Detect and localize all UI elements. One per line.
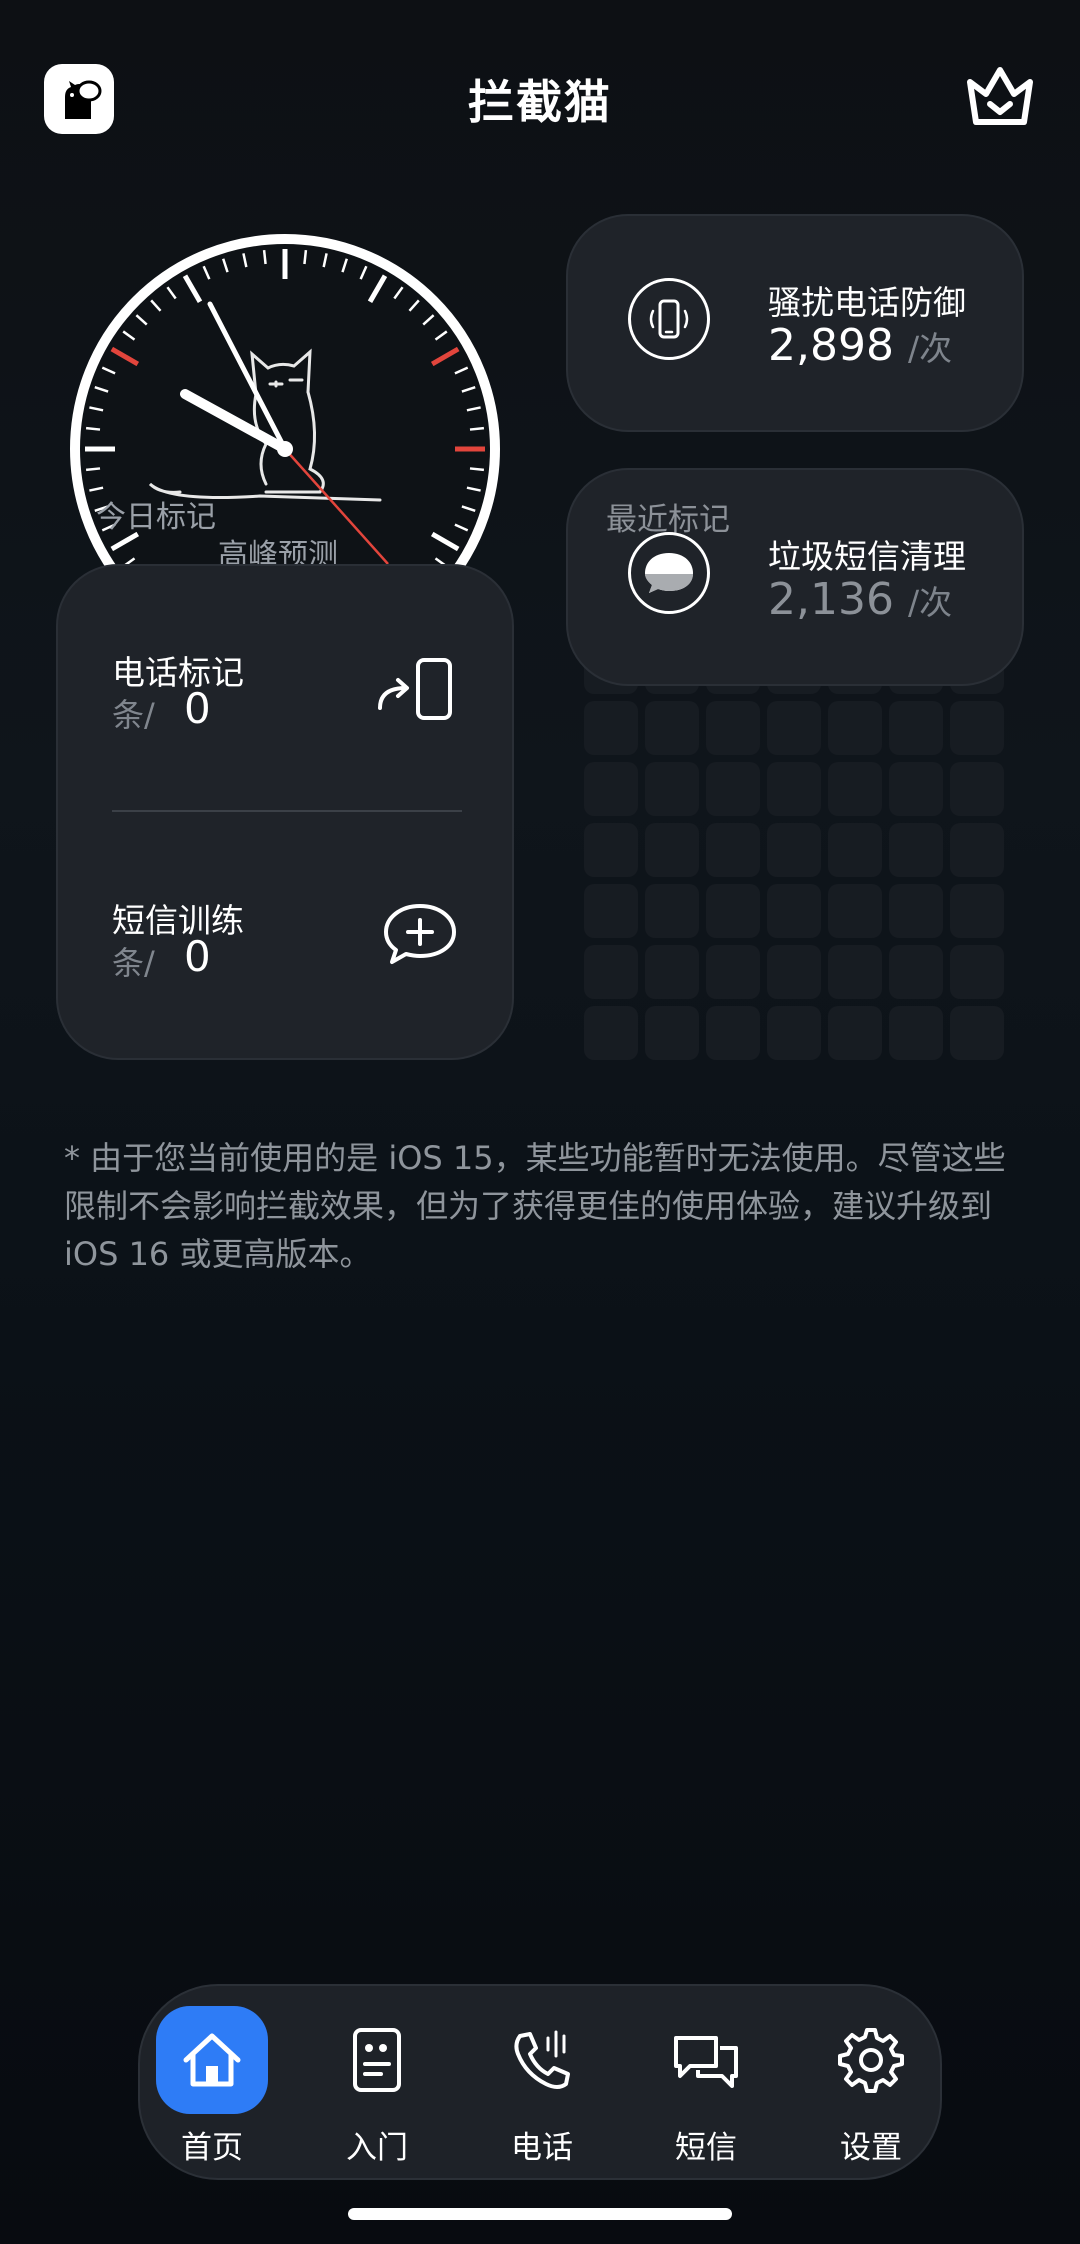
- bottom-tab-bar: 首页 入门 电话 短信 设置: [138, 1984, 942, 2180]
- grid-cell: [828, 1006, 882, 1060]
- home-icon: [183, 2033, 241, 2087]
- clock-minute-tick: [262, 249, 267, 265]
- call-mark-title: 电话标记: [112, 653, 244, 692]
- grid-cell: [767, 701, 821, 755]
- grid-cell: [645, 701, 699, 755]
- phone-icon: [514, 2030, 570, 2089]
- grid-cell: [828, 701, 882, 755]
- grid-cell: [889, 1006, 943, 1060]
- gear-icon: [838, 2028, 904, 2093]
- stat-title: 骚扰电话防御: [768, 283, 966, 322]
- tab-home[interactable]: 首页: [156, 2006, 268, 2166]
- grid-cell: [828, 762, 882, 816]
- tab-label: 短信: [675, 2130, 737, 2166]
- stat-title: 垃圾短信清理: [768, 537, 966, 576]
- guide-icon: [353, 2028, 401, 2092]
- clock-minute-tick: [85, 426, 101, 431]
- grid-cell: [645, 762, 699, 816]
- grid-cell: [889, 701, 943, 755]
- mark-card: 电话标记 条/ 0 短信训练 条/ 0: [56, 564, 514, 1060]
- grid-cell: [828, 884, 882, 938]
- clock-minute-tick: [85, 467, 101, 472]
- phone-forward-icon[interactable]: [374, 656, 456, 722]
- grid-cell: [645, 1006, 699, 1060]
- grid-cell: [584, 701, 638, 755]
- grid-cell: [767, 762, 821, 816]
- stat-value: 2,898/次: [768, 320, 953, 371]
- tab-sms[interactable]: 短信: [650, 2006, 762, 2166]
- sms-train-count: 0: [184, 932, 211, 981]
- grid-cell: [584, 823, 638, 877]
- tab-label: 首页: [181, 2130, 243, 2166]
- tab-phone[interactable]: 电话: [486, 2006, 598, 2166]
- clock-minute-tick: [303, 249, 308, 265]
- tab-settings[interactable]: 设置: [815, 2006, 927, 2166]
- crown-icon[interactable]: [964, 64, 1036, 130]
- call-mark-count: 0: [184, 684, 211, 733]
- divider: [112, 810, 462, 812]
- grid-cell: [706, 884, 760, 938]
- grid-cell: [706, 945, 760, 999]
- sms-train-unit: 条/: [112, 944, 155, 982]
- grid-cell: [767, 884, 821, 938]
- activity-grid: [584, 640, 1004, 1060]
- grid-cell: [889, 823, 943, 877]
- tab-label: 入门: [346, 2130, 408, 2166]
- spam-sms-stat-card[interactable]: 最近标记 垃圾短信清理 2,136/次: [566, 468, 1024, 686]
- grid-cell: [950, 701, 1004, 755]
- home-indicator: [348, 2208, 732, 2220]
- grid-cell: [767, 1006, 821, 1060]
- grid-cell: [645, 884, 699, 938]
- clock-minute-tick: [469, 426, 485, 431]
- tab-guide[interactable]: 入门: [321, 2006, 433, 2166]
- grid-cell: [889, 945, 943, 999]
- sms-train-title: 短信训练: [112, 901, 244, 940]
- stat-value: 2,136/次: [768, 574, 953, 625]
- grid-cell: [706, 762, 760, 816]
- grid-cell: [950, 884, 1004, 938]
- grid-cell: [584, 762, 638, 816]
- grid-cell: [584, 1006, 638, 1060]
- call-mark-unit: 条/: [112, 696, 155, 734]
- grid-cell: [767, 823, 821, 877]
- ios-version-notice: * 由于您当前使用的是 iOS 15，某些功能暂时无法使用。尽管这些限制不会影响…: [64, 1139, 1006, 1273]
- grid-cell: [584, 884, 638, 938]
- grid-cell: [950, 1006, 1004, 1060]
- grid-cell: [950, 945, 1004, 999]
- grid-cell: [584, 945, 638, 999]
- grid-cell: [645, 945, 699, 999]
- grid-cell: [706, 701, 760, 755]
- grid-cell: [706, 1006, 760, 1060]
- clock-today-label: 今日标记: [96, 500, 216, 535]
- grid-cell: [828, 823, 882, 877]
- message-bubble-icon: [628, 532, 710, 614]
- phone-vibrate-icon: [628, 278, 710, 360]
- message-icon: [674, 2036, 738, 2088]
- add-message-icon[interactable]: [382, 902, 458, 968]
- grid-cell: [950, 823, 1004, 877]
- grid-cell: [889, 762, 943, 816]
- grid-cell: [950, 762, 1004, 816]
- grid-cell: [645, 823, 699, 877]
- grid-cell: [706, 823, 760, 877]
- tab-label: 电话: [511, 2130, 573, 2166]
- tab-label: 设置: [840, 2130, 902, 2166]
- page-title: 拦截猫: [468, 75, 612, 129]
- grid-cell: [767, 945, 821, 999]
- grid-cell: [828, 945, 882, 999]
- clock-minute-tick: [469, 467, 485, 472]
- spam-call-stat-card[interactable]: 骚扰电话防御 2,898/次: [566, 214, 1024, 432]
- grid-cell: [889, 884, 943, 938]
